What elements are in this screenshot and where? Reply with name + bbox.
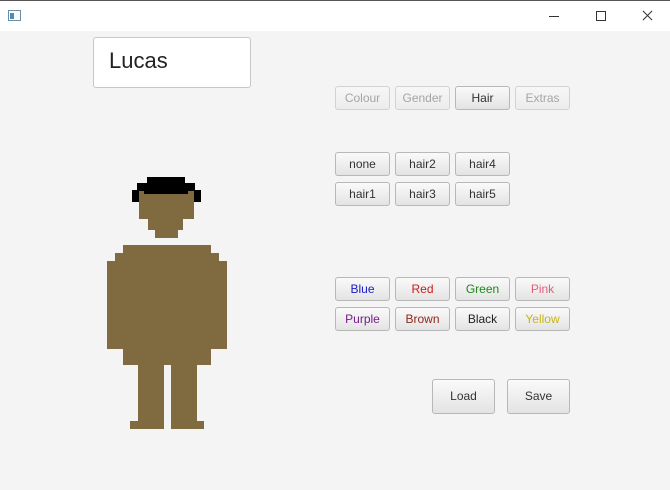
hair4-button[interactable]: hair4 (455, 152, 510, 176)
neck (155, 229, 178, 238)
color-yellow-button[interactable]: Yellow (515, 307, 570, 331)
right-arm (209, 261, 227, 349)
maximize-icon (596, 11, 606, 21)
save-button[interactable]: Save (507, 379, 570, 414)
hair-bangs (144, 186, 188, 194)
hair2-button[interactable]: hair2 (395, 152, 450, 176)
hair3-button[interactable]: hair3 (395, 182, 450, 206)
color-black-button[interactable]: Black (455, 307, 510, 331)
maximize-button[interactable] (578, 1, 624, 31)
color-brown-button[interactable]: Brown (395, 307, 450, 331)
tab-gender[interactable]: Gender (395, 86, 450, 110)
load-button[interactable]: Load (432, 379, 495, 414)
character-name-field[interactable]: Lucas (93, 37, 251, 88)
left-foot (130, 421, 164, 429)
color-purple-button[interactable]: Purple (335, 307, 390, 331)
app-icon (8, 10, 21, 21)
hair-none-button[interactable]: none (335, 152, 390, 176)
color-red-button[interactable]: Red (395, 277, 450, 301)
tab-extras[interactable]: Extras (515, 86, 570, 110)
leg-gap (164, 365, 171, 429)
color-green-button[interactable]: Green (455, 277, 510, 301)
color-pink-button[interactable]: Pink (515, 277, 570, 301)
left-leg (138, 363, 164, 423)
title-bar (0, 0, 670, 31)
left-arm (107, 261, 125, 349)
minimize-button[interactable] (531, 1, 577, 31)
color-blue-button[interactable]: Blue (335, 277, 390, 301)
hair5-button[interactable]: hair5 (455, 182, 510, 206)
right-foot (171, 421, 204, 429)
close-button[interactable] (624, 1, 670, 31)
torso (123, 245, 211, 365)
head (139, 191, 194, 219)
tab-hair[interactable]: Hair (455, 86, 510, 110)
tab-colour[interactable]: Colour (335, 86, 390, 110)
minimize-icon (549, 16, 559, 17)
right-leg (171, 363, 197, 423)
hair1-button[interactable]: hair1 (335, 182, 390, 206)
